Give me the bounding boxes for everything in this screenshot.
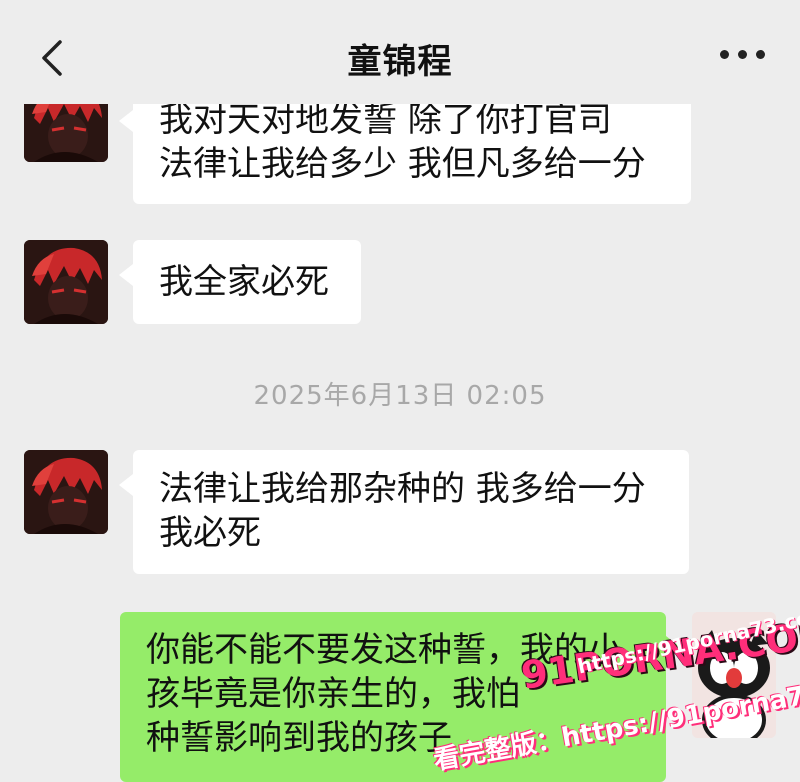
message-bubble[interactable]: 法律让我给那杂种的 我多给一分 我必死 — [119, 450, 689, 574]
message-text: 我对天对地发誓 除了你打官司 — [159, 100, 612, 140]
message-text: 我必死 — [159, 513, 261, 553]
avatar[interactable] — [24, 450, 108, 534]
message-text: 法律让我给那杂种的 我多给一分 — [159, 469, 646, 509]
chat-title: 童锦程 — [347, 42, 453, 82]
message-bubble-outgoing[interactable]: 你能不能不要发这种誓，我的小 孩毕竟是你亲生的，我怕 种誓影响到我的孩子 — [120, 612, 680, 782]
avatar-image — [24, 240, 108, 324]
avatar[interactable] — [24, 240, 108, 324]
avatar-image — [24, 450, 108, 534]
message-bubble[interactable]: 我全家必死 — [119, 240, 361, 324]
message-text: 法律让我给多少 我但凡多给一分 — [159, 144, 646, 184]
chat-header: 童锦程 — [0, 0, 800, 104]
more-dots-icon[interactable] — [720, 44, 766, 66]
message-text: 我全家必死 — [159, 262, 329, 302]
timestamp: 2025年6月13日 02:05 — [253, 381, 547, 411]
